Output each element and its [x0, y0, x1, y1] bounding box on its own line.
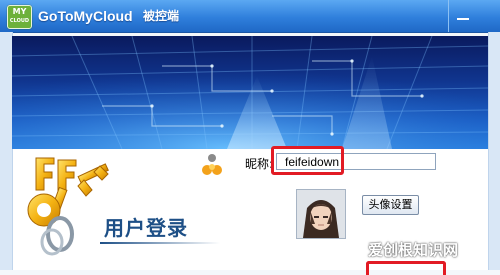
login-title: 用户登录 — [104, 216, 188, 240]
login-button-highlight — [366, 261, 446, 275]
window-frame-right — [488, 32, 500, 270]
avatar-image — [297, 190, 345, 238]
app-subtitle: 被控端 — [143, 9, 180, 23]
minimize-icon[interactable] — [454, 9, 472, 23]
app-icon-text-bottom: CLOUD — [9, 18, 30, 24]
avatar[interactable] — [296, 189, 346, 239]
title-bar-divider — [448, 0, 449, 32]
title-bar[interactable]: MY CLOUD GoToMyCloud 被控端 — [0, 0, 500, 33]
cloud-app-icon: MY CLOUD — [7, 5, 32, 29]
login-title-underline — [100, 242, 220, 244]
nickname-label: 昵称: — [245, 157, 274, 171]
user-icon — [202, 154, 222, 175]
watermark-text: 爱创根知识网 — [368, 241, 459, 259]
app-name: GoToMyCloud — [38, 8, 133, 24]
banner-image — [12, 36, 488, 149]
nickname-highlight — [271, 146, 344, 175]
avatar-settings-button[interactable]: 头像设置 — [362, 195, 419, 215]
app-icon-text-top: MY — [12, 7, 27, 16]
